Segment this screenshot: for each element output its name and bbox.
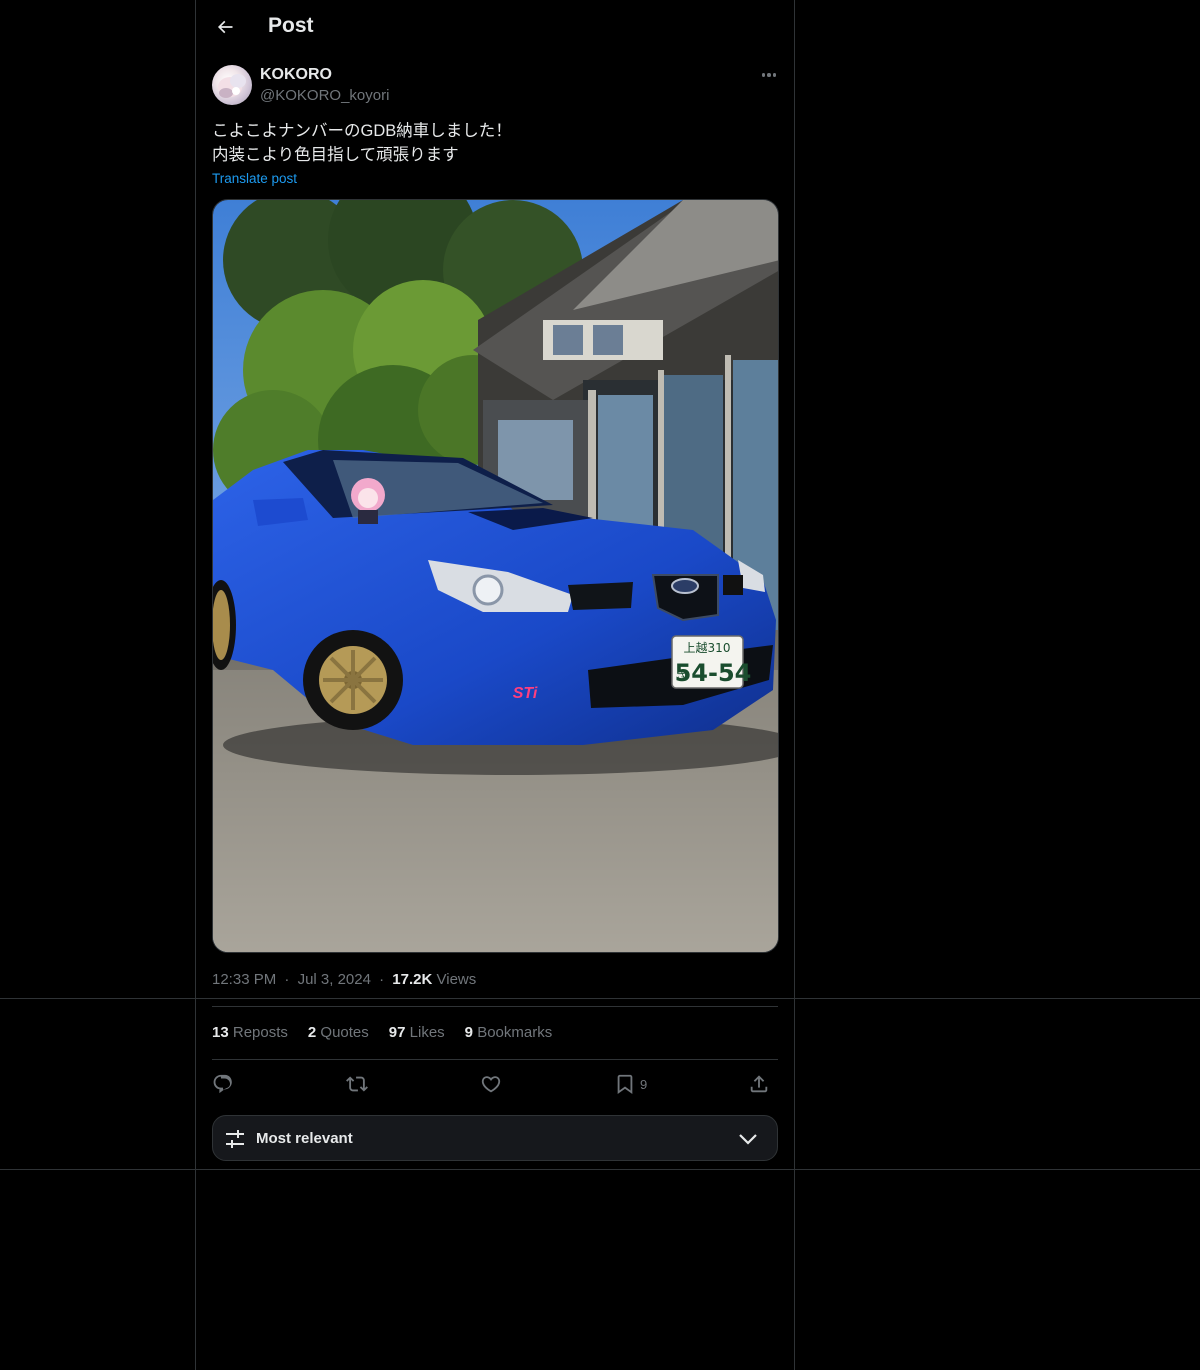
quotes-label: Quotes — [320, 1024, 369, 1041]
divider — [212, 1059, 778, 1060]
primary-column: Post KOKORO @KOKORO_koyori こよこよナンバーのGDB納… — [195, 0, 795, 1370]
post-metadata: 12:33 PM · Jul 3, 2024 · 17.2K Views — [212, 971, 476, 988]
post-date[interactable]: Jul 3, 2024 — [298, 971, 371, 988]
more-dot-icon — [772, 73, 777, 77]
author-handle[interactable]: @KOKORO_koyori — [260, 87, 389, 104]
plate-top-text: 上越310 — [684, 641, 731, 655]
chevron-down-icon — [739, 1134, 757, 1145]
car-photo: 上越310 さ 54-54 STi — [213, 200, 778, 952]
reply-icon — [213, 1074, 232, 1094]
avatar[interactable] — [212, 65, 252, 105]
meta-separator: · — [379, 971, 385, 988]
reposts-label: Reposts — [232, 1024, 288, 1041]
post-text: こよこよナンバーのGDB納車しました！ 内装こより色目指して頑張ります — [212, 119, 778, 167]
like-button[interactable] — [480, 1068, 502, 1100]
reply-sort-dropdown[interactable]: Most relevant — [212, 1115, 778, 1161]
more-options-button[interactable] — [756, 64, 782, 86]
likes-stat[interactable]: 97 Likes — [389, 1024, 445, 1044]
bookmarks-count: 9 — [464, 1024, 474, 1041]
translate-post-link[interactable]: Translate post — [212, 171, 297, 186]
author-display-name[interactable]: KOKORO — [260, 66, 332, 84]
page-title: Post — [268, 14, 314, 37]
share-icon — [750, 1075, 768, 1093]
bookmark-count: 9 — [640, 1076, 648, 1092]
reposts-stat[interactable]: 13 Reposts — [212, 1024, 288, 1044]
sort-label: Most relevant — [256, 1130, 353, 1147]
more-dot-icon — [767, 73, 771, 77]
divider — [212, 1006, 778, 1007]
likes-label: Likes — [409, 1024, 445, 1041]
more-dot-icon — [761, 73, 766, 77]
bookmark-button[interactable]: 9 — [614, 1068, 647, 1100]
meta-separator: · — [284, 971, 290, 988]
views-count: 17.2K — [392, 971, 433, 988]
avatar-image — [218, 74, 246, 98]
sliders-icon — [226, 1130, 244, 1148]
reposts-count: 13 — [212, 1024, 229, 1041]
sti-badge-text: STi — [513, 685, 538, 702]
heart-icon — [481, 1076, 501, 1093]
bookmarks-stat[interactable]: 9 Bookmarks — [465, 1024, 553, 1044]
page-header: Post — [196, 0, 794, 54]
reply-button[interactable] — [212, 1068, 234, 1100]
engagement-stats: 13 Reposts 2 Quotes 97 Likes 9 Bookmarks — [212, 1024, 552, 1044]
post-text-line: こよこよナンバーのGDB納車しました！ — [212, 122, 512, 140]
likes-count: 97 — [388, 1024, 406, 1041]
quotes-count: 2 — [307, 1024, 317, 1041]
action-bar: 9 — [212, 1068, 778, 1100]
post-time[interactable]: 12:33 PM — [212, 971, 276, 988]
share-button[interactable] — [748, 1068, 770, 1100]
arrow-left-icon — [217, 20, 233, 34]
repost-button[interactable] — [346, 1068, 368, 1100]
back-button[interactable] — [208, 10, 242, 44]
post-image[interactable]: 上越310 さ 54-54 STi — [212, 199, 779, 953]
quotes-stat[interactable]: 2 Quotes — [308, 1024, 369, 1044]
plate-number-text: 54-54 — [675, 659, 752, 687]
bookmark-icon — [617, 1074, 633, 1095]
post-text-line: 内装こより色目指して頑張ります — [212, 146, 459, 164]
repost-icon — [346, 1076, 368, 1092]
bookmarks-label: Bookmarks — [477, 1024, 553, 1041]
views-label: Views — [436, 971, 477, 988]
